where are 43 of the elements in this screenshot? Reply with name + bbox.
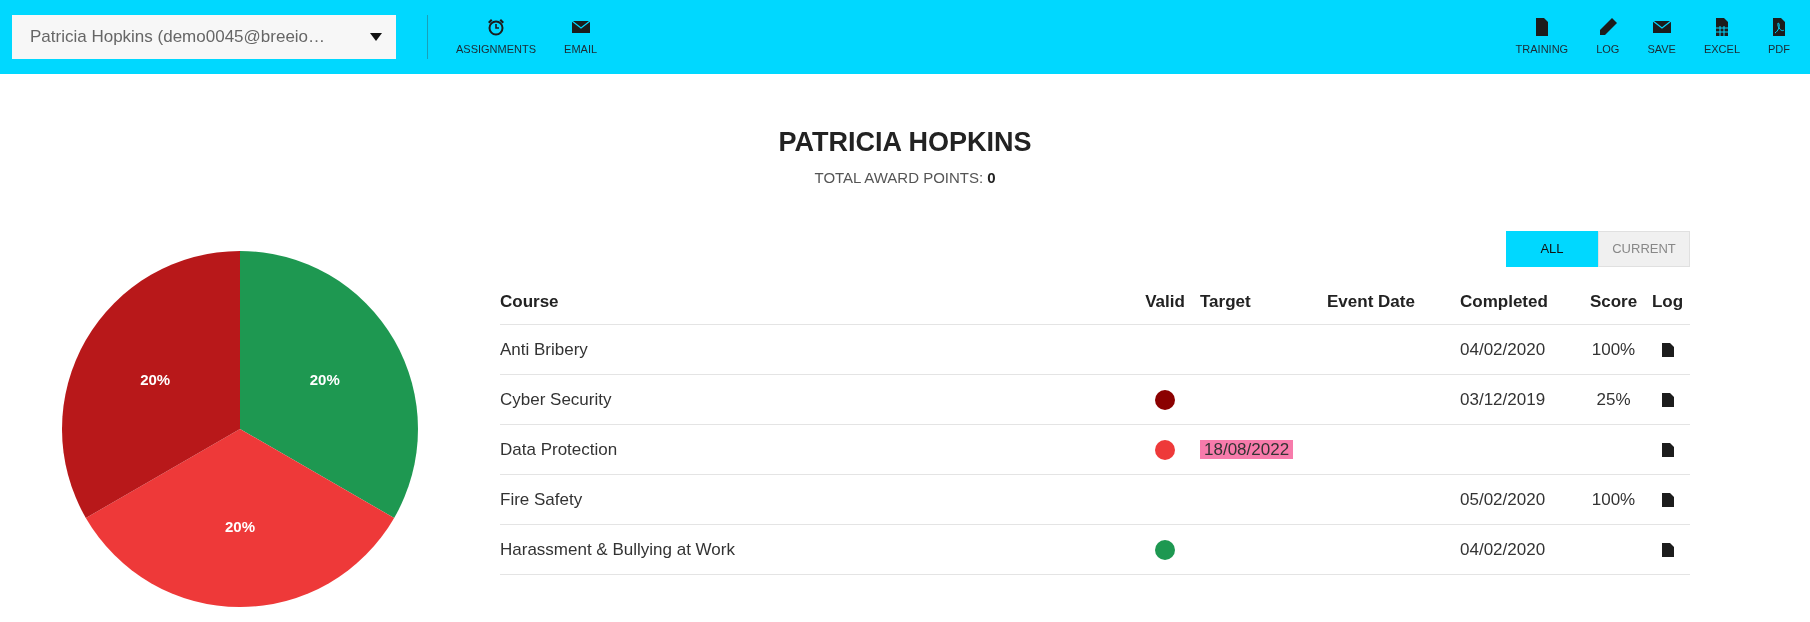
caret-icon (370, 33, 382, 41)
course-name: Fire Safety (500, 489, 583, 509)
score: 25% (1596, 389, 1631, 409)
score: 100% (1591, 339, 1636, 359)
toolbar-button[interactable]: EMAIL (556, 16, 606, 58)
user-dropdown[interactable]: Patricia Hopkins (demo0045@breeio… (12, 15, 396, 59)
course-name: Harassment & Bullying at Work (500, 539, 735, 559)
course-name: Data Protection (500, 439, 618, 459)
course-name: Anti Bribery (500, 339, 588, 359)
column-header: Valid (1145, 291, 1185, 311)
column-header: Event Date (1327, 291, 1415, 311)
column-header: Target (1200, 291, 1251, 311)
score: 100% (1591, 489, 1636, 509)
column-header: Course (500, 291, 559, 311)
slice-label: 20% (309, 371, 340, 389)
course-name: Cyber Security (500, 389, 612, 409)
toolbar-button[interactable]: TRAINING (1507, 16, 1577, 58)
column-header: Completed (1460, 291, 1548, 311)
slice-label: 20% (140, 371, 171, 389)
column-header: Score (1589, 291, 1638, 311)
document-icon[interactable] (1661, 442, 1674, 457)
completed-date: 05/02/2020 (1460, 489, 1546, 509)
pencil-icon (1597, 16, 1618, 37)
target-date: 18/08/2022 (1200, 439, 1294, 459)
person-name: PATRICIA HOPKINS (778, 126, 1032, 159)
toolbar-button[interactable]: SAVE (1639, 16, 1684, 58)
completed-date: 04/02/2020 (1460, 539, 1546, 559)
alarm-clock-icon (486, 16, 507, 37)
document-icon[interactable] (1661, 392, 1674, 407)
points-label: TOTAL AWARD POINTS: (814, 167, 984, 188)
column-header: Log (1651, 291, 1684, 311)
document-icon[interactable] (1661, 492, 1674, 507)
points-value: 0 (987, 167, 996, 188)
document-icon[interactable] (1661, 542, 1674, 557)
completed-date: 03/12/2019 (1460, 389, 1546, 409)
document-icon[interactable] (1661, 342, 1674, 357)
filter-tab[interactable]: ALL (1506, 231, 1598, 267)
completed-date: 04/02/2020 (1460, 339, 1546, 359)
toolbar-button[interactable]: EXCEL (1695, 16, 1748, 58)
toolbar-button[interactable]: PDF (1760, 16, 1798, 58)
slice-label: 20% (225, 517, 255, 535)
toolbar-button[interactable]: LOG (1588, 16, 1628, 58)
toolbar-button[interactable]: ASSIGNMENTS (448, 16, 545, 58)
